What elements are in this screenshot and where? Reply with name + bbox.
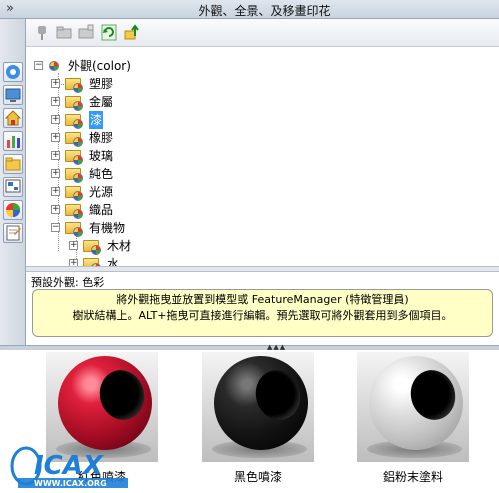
tree-item-label: 塑膠: [89, 77, 114, 91]
collapse-icon[interactable]: −: [51, 223, 60, 232]
tree-item-label: 漆: [89, 111, 104, 129]
tree-root[interactable]: − 外觀(color): [31, 57, 331, 75]
screen-icon[interactable]: [3, 85, 23, 105]
expand-icon[interactable]: +: [51, 169, 60, 178]
appearance-icon[interactable]: [3, 200, 23, 220]
tree-item[interactable]: + 橡膠: [49, 129, 249, 147]
expand-icon[interactable]: +: [51, 97, 60, 106]
tree-item[interactable]: + 純色: [49, 165, 249, 183]
appearance-ball-icon: [73, 155, 83, 165]
expand-icon[interactable]: +: [69, 241, 78, 250]
new-folder-icon[interactable]: [77, 24, 95, 41]
tree-subitem-label: 水: [107, 257, 120, 266]
appearance-ball-icon: [73, 137, 83, 147]
tree-item[interactable]: + 織品: [49, 201, 249, 219]
expand-icon[interactable]: +: [51, 151, 60, 160]
folder-icon[interactable]: [3, 154, 23, 174]
custom-properties-icon[interactable]: [3, 223, 23, 243]
move-up-icon[interactable]: [123, 24, 141, 41]
expand-icon[interactable]: +: [51, 79, 60, 88]
gallery-caption: 黑色噴漆: [233, 470, 282, 484]
tree-item-label: 光源: [89, 185, 114, 199]
tree-item[interactable]: − 有機物: [49, 219, 249, 237]
tree-item-selected[interactable]: + 漆: [49, 111, 249, 129]
appearance-tree: − 外觀(color) + 塑膠 + 金屬 + 漆 + 橡膠 + 玻璃 + 純色…: [27, 48, 499, 266]
icax-watermark-logo: ICAX WWW.ICAX.ORG: [4, 440, 132, 490]
home-icon[interactable]: [3, 108, 23, 128]
appearance-ball-icon: [73, 101, 83, 111]
tree-splitter[interactable]: [26, 266, 499, 272]
watermark-subtext: WWW.ICAX.ORG: [34, 479, 107, 488]
expand-icon[interactable]: +: [51, 115, 60, 124]
appearance-ball-icon: [49, 61, 59, 71]
tree-root-label: 外觀(color): [68, 59, 131, 73]
gallery-thumbnail-black-paint[interactable]: [202, 352, 314, 462]
panel-title: 外觀、全景、及移畫印花: [198, 4, 331, 18]
tree-subitem[interactable]: + 木材: [67, 237, 267, 255]
tree-item-label: 織品: [89, 203, 114, 217]
panel-titlebar: » 外觀、全景、及移畫印花: [0, 0, 499, 19]
appearance-ball-icon: [73, 191, 83, 201]
appearance-ball-icon: [91, 245, 101, 255]
gallery-thumbnail-aluminum-powder[interactable]: [357, 352, 469, 462]
tree-subitem[interactable]: + 水: [67, 255, 267, 266]
tree-subitem-label: 木材: [107, 239, 132, 253]
tree-item[interactable]: + 光源: [49, 183, 249, 201]
expand-icon[interactable]: +: [69, 259, 78, 266]
expand-icon[interactable]: +: [51, 205, 60, 214]
tooltip-line-2: 樹狀結構上。ALT+拖曳可直接進行編輯。預先選取可將外觀套用到多個項目。: [72, 309, 453, 322]
tree-item-label: 玻璃: [89, 149, 114, 163]
tree-item[interactable]: + 金屬: [49, 93, 249, 111]
collapse-icon[interactable]: −: [34, 61, 43, 70]
tooltip-line-1: 將外觀拖曳並放置到模型或 FeatureManager (特徵管理員): [116, 293, 409, 306]
refresh-icon[interactable]: [100, 24, 118, 41]
tree-item[interactable]: + 塑膠: [49, 75, 249, 93]
expand-icon[interactable]: +: [51, 187, 60, 196]
tree-item[interactable]: + 玻璃: [49, 147, 249, 165]
tree-item-label: 純色: [89, 167, 114, 181]
tree-item-label: 橡膠: [89, 131, 114, 145]
properties-icon[interactable]: [3, 131, 23, 151]
view-palette-icon[interactable]: [3, 177, 23, 197]
task-pane-tabs: [0, 19, 26, 349]
appearance-ball-icon: [73, 119, 83, 129]
drag-drop-tooltip: 將外觀拖曳並放置到模型或 FeatureManager (特徵管理員) 樹狀結構…: [32, 289, 493, 337]
open-folder-icon[interactable]: [55, 24, 73, 41]
tree-item-label: 有機物: [89, 221, 126, 235]
gallery-caption: 鋁粉末塗料: [382, 470, 443, 484]
appearance-toolbar: [26, 19, 499, 47]
default-appearance-label: 預設外觀: 色彩: [31, 276, 105, 289]
appearance-ball-icon: [73, 209, 83, 219]
appearance-ball-icon: [73, 227, 83, 237]
appearance-ball-icon: [73, 173, 83, 183]
expand-icon[interactable]: +: [51, 133, 60, 142]
appearance-ball-icon: [73, 83, 83, 93]
brush-icon[interactable]: [33, 24, 51, 41]
watermark-text: ICAX: [34, 451, 105, 481]
design-library-icon[interactable]: [3, 62, 23, 82]
tree-item-label: 金屬: [89, 95, 114, 109]
